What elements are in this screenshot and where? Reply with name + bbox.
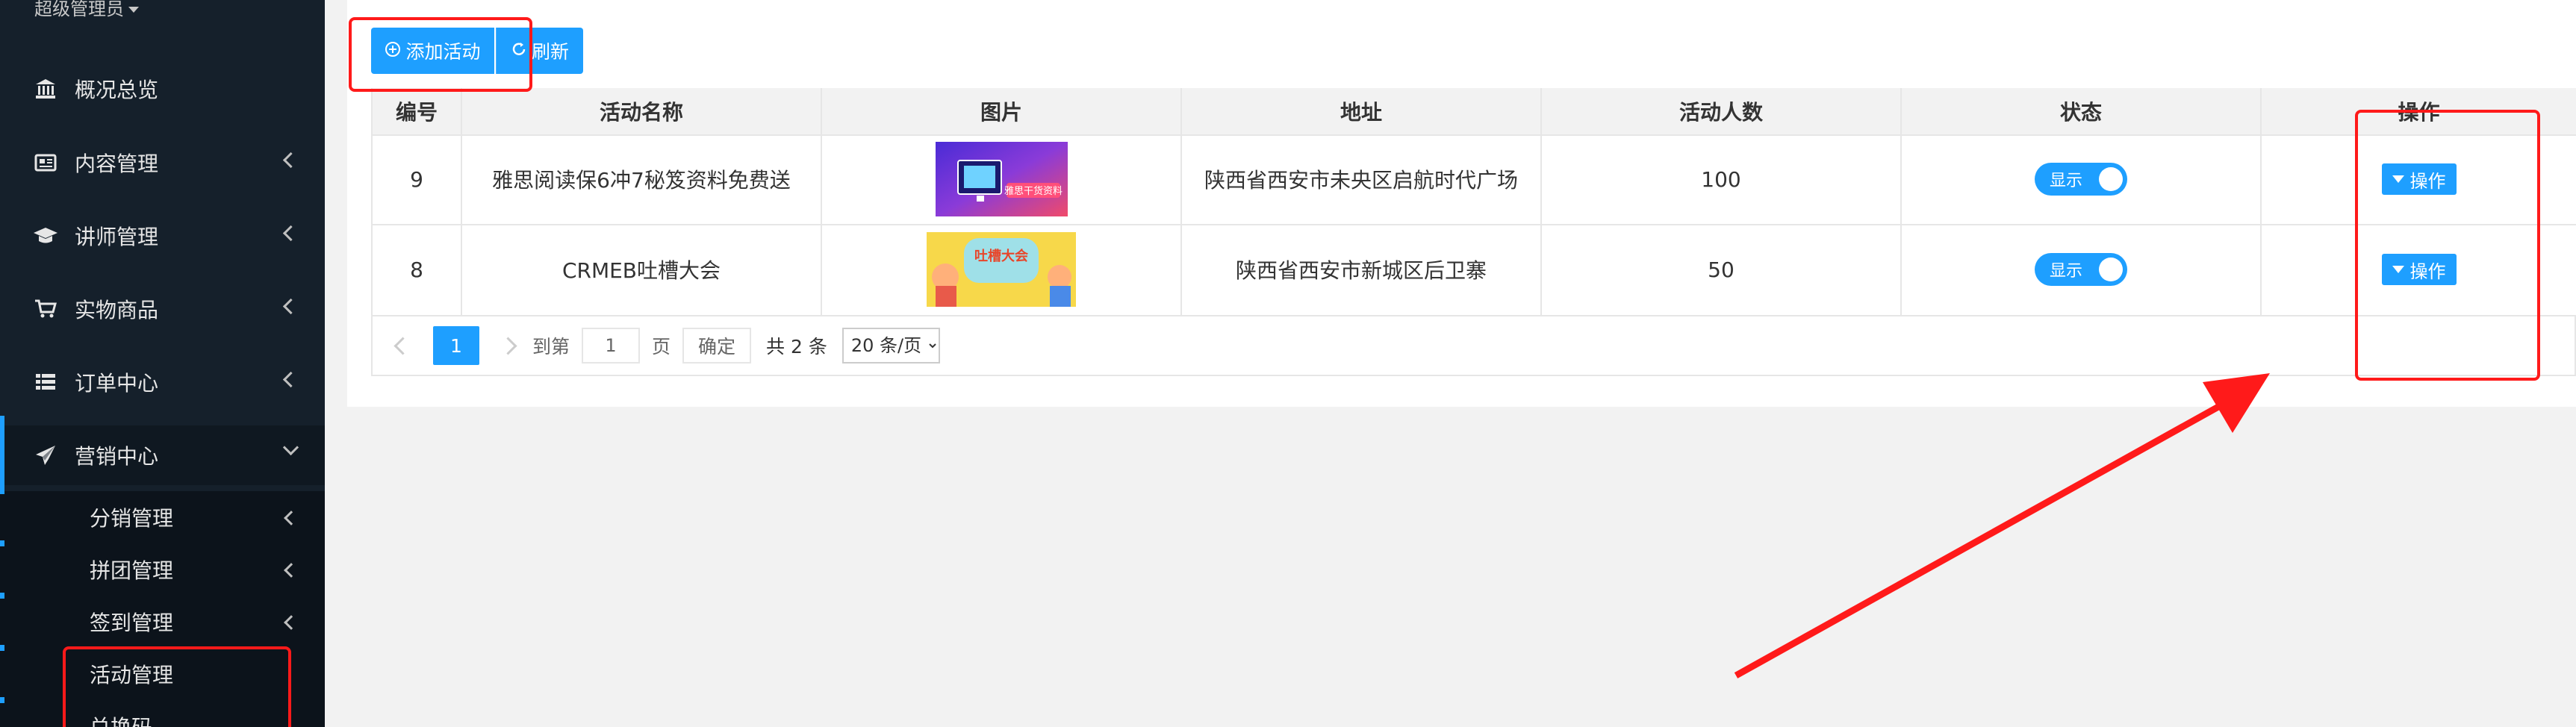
arrow-shaft — [1734, 400, 2227, 678]
arrow-head-icon — [2203, 373, 2270, 433]
annotation-arrow — [1734, 373, 2270, 678]
